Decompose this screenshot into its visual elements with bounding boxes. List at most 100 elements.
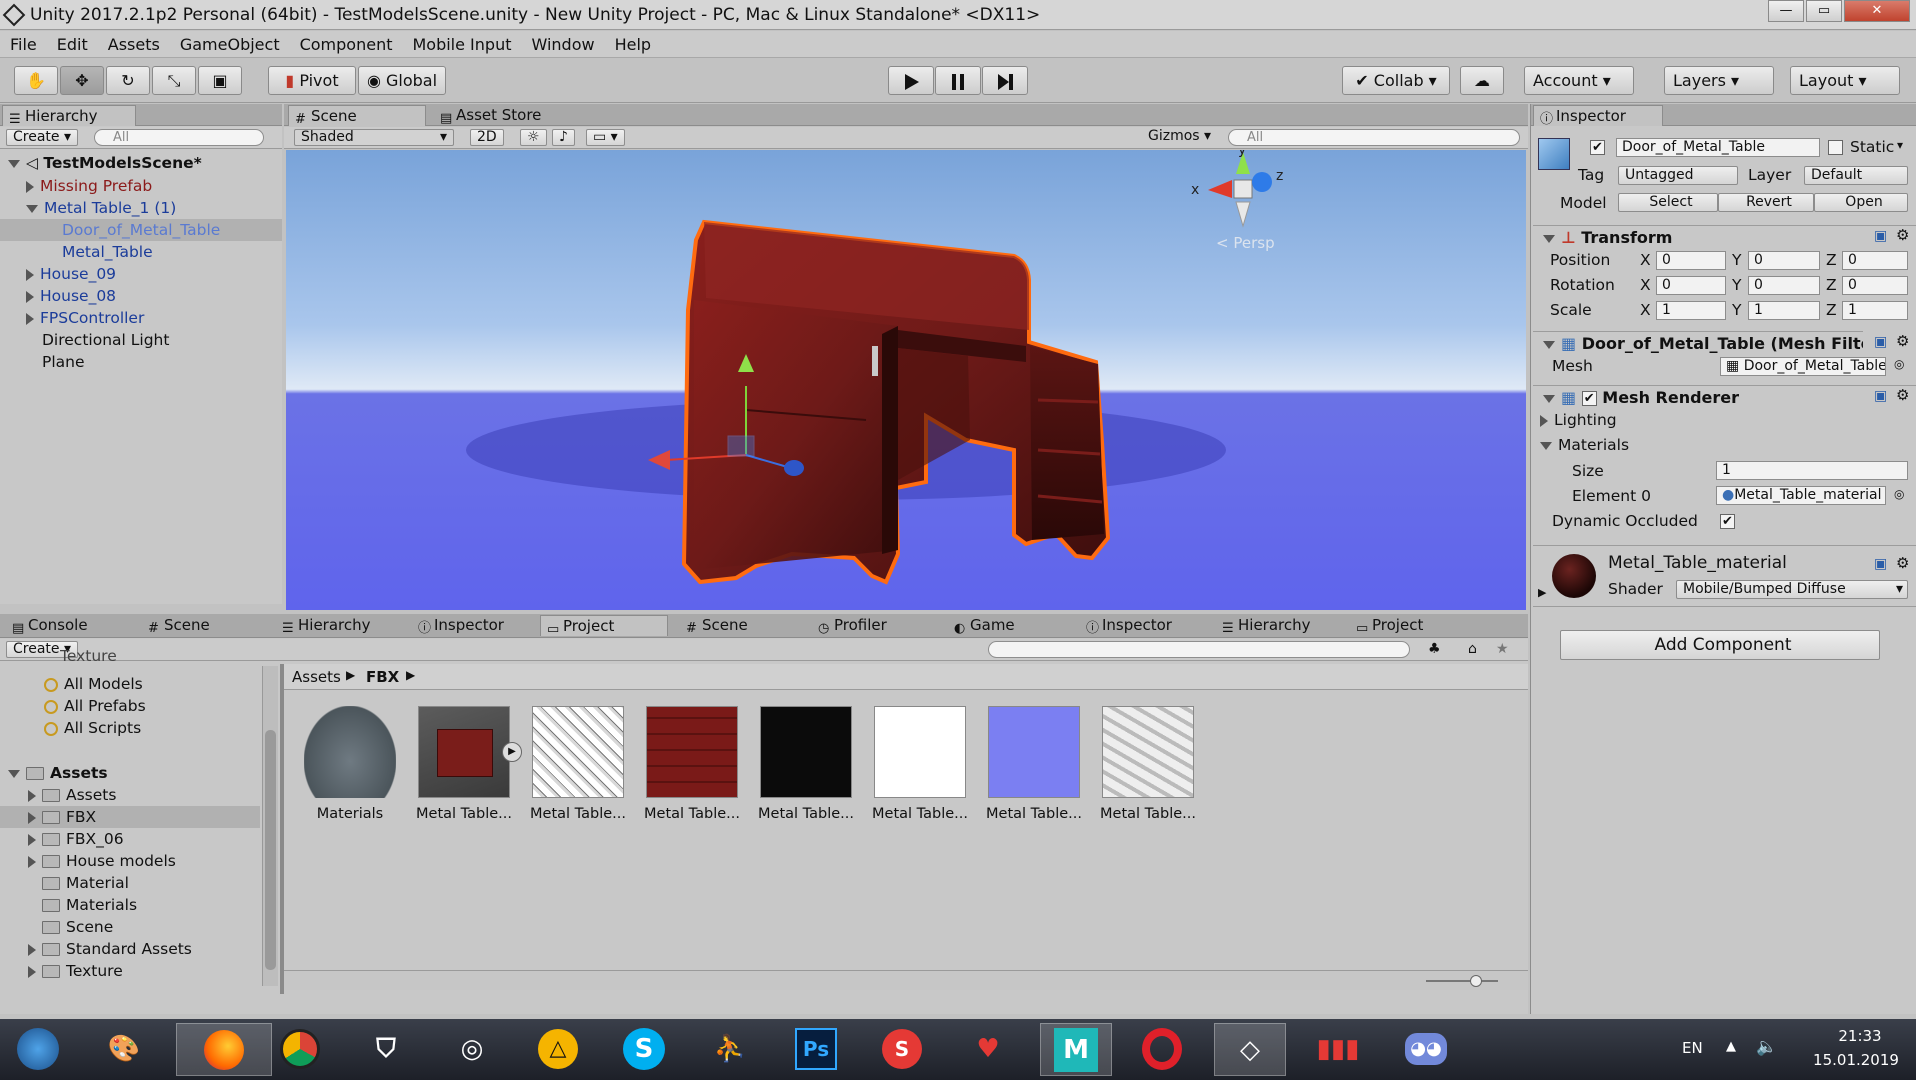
- taskbar-equalizer[interactable]: ▮▮▮: [1302, 1023, 1374, 1076]
- object-name-field[interactable]: Door_of_Metal_Table: [1616, 138, 1820, 157]
- breadcrumb-fbx[interactable]: FBX: [366, 668, 399, 686]
- hierarchy-item-missing-prefab[interactable]: Missing Prefab: [26, 175, 152, 197]
- element0-object-field[interactable]: ●Metal_Table_material: [1716, 486, 1886, 505]
- taskbar-paint[interactable]: 🎨: [88, 1023, 160, 1076]
- shading-mode-dropdown[interactable]: Shaded ▾: [294, 129, 454, 146]
- asset-tile-texture-3[interactable]: Metal Table...: [756, 706, 856, 822]
- gizmos-dropdown[interactable]: Gizmos ▾: [1142, 129, 1217, 146]
- hierarchy-item-metal-table-child[interactable]: Metal_Table: [62, 241, 153, 263]
- lighting-foldout[interactable]: Lighting: [1540, 411, 1617, 429]
- hierarchy-create-button[interactable]: Create ▾: [6, 129, 79, 146]
- folder-materials[interactable]: Materials: [42, 894, 137, 916]
- taskbar-heart-app[interactable]: ♥: [952, 1023, 1024, 1076]
- model-select-button[interactable]: Select: [1618, 193, 1718, 212]
- taskbar-opera[interactable]: [1126, 1023, 1198, 1076]
- taskbar-maya[interactable]: M: [1040, 1023, 1112, 1076]
- mesh-renderer-header[interactable]: ▦ ✔ Mesh Renderer: [1533, 385, 1916, 409]
- hierarchy-item-house-09[interactable]: House_09: [26, 263, 116, 285]
- transform-header[interactable]: ⊥ Transform: [1533, 225, 1916, 249]
- volume-icon[interactable]: 🔈: [1756, 1037, 1777, 1057]
- shader-dropdown[interactable]: Mobile/Bumped Diffuse ▾: [1676, 580, 1908, 599]
- gizmo-neg-y-cone[interactable]: [1235, 201, 1251, 228]
- menu-mobile-input[interactable]: Mobile Input: [412, 31, 511, 58]
- tab-profiler[interactable]: ◷ Profiler: [812, 615, 887, 636]
- taskbar-unity[interactable]: ◇: [1214, 1023, 1286, 1076]
- menu-window[interactable]: Window: [531, 31, 594, 58]
- hierarchy-search-input[interactable]: All: [94, 129, 264, 146]
- help-book-icon[interactable]: ▣: [1874, 228, 1887, 244]
- filter-type-icon[interactable]: ♣: [1428, 641, 1441, 657]
- object-picker-icon[interactable]: ◎: [1894, 487, 1904, 501]
- model-revert-button[interactable]: Revert: [1718, 193, 1814, 212]
- mesh-filter-header[interactable]: ▦ Door_of_Metal_Table (Mesh Filter): [1533, 331, 1863, 355]
- favorite-all-prefabs[interactable]: All Prefabs: [44, 695, 146, 717]
- object-picker-icon[interactable]: ◎: [1894, 357, 1904, 371]
- close-button[interactable]: ✕: [1844, 0, 1910, 22]
- favorite-all-scripts[interactable]: All Scripts: [44, 717, 141, 739]
- taskbar-figure-app[interactable]: ⛹: [694, 1023, 766, 1076]
- taskbar-archicad[interactable]: △: [522, 1023, 594, 1076]
- taskbar-obs[interactable]: ◎: [436, 1023, 508, 1076]
- cloud-button[interactable]: ☁: [1460, 66, 1504, 95]
- tab-hierarchy[interactable]: ☰ Hierarchy: [2, 105, 136, 127]
- move-tool-button[interactable]: ✥: [60, 66, 104, 95]
- asset-tile-texture-2[interactable]: Metal Table...: [642, 706, 742, 822]
- persp-label[interactable]: < Persp: [1216, 234, 1275, 252]
- dynamic-occluded-checkbox[interactable]: ✔: [1720, 514, 1735, 529]
- mesh-object-field[interactable]: ▦ Door_of_Metal_Table: [1720, 357, 1886, 376]
- position-x-field[interactable]: 0: [1656, 251, 1726, 270]
- rotation-y-field[interactable]: 0: [1748, 276, 1820, 295]
- menu-help[interactable]: Help: [615, 31, 651, 58]
- folder-house-models[interactable]: House models: [28, 850, 176, 872]
- tray-expand-icon[interactable]: ▲: [1726, 1039, 1736, 1054]
- tab-hierarchy-3[interactable]: ☰ Hierarchy: [1216, 615, 1311, 636]
- scene-search-input[interactable]: All: [1228, 129, 1520, 146]
- folder-fbx-06[interactable]: FBX_06: [28, 828, 124, 850]
- expand-arrow-icon[interactable]: ▶: [1538, 586, 1546, 599]
- add-component-button[interactable]: Add Component: [1560, 630, 1880, 660]
- layers-dropdown[interactable]: Layers ▾: [1664, 66, 1774, 95]
- folder-texture[interactable]: Texture: [28, 960, 123, 982]
- tab-game[interactable]: ◐ Game: [948, 615, 1015, 636]
- project-search-input[interactable]: [988, 641, 1410, 658]
- menu-component[interactable]: Component: [300, 31, 393, 58]
- tab-project[interactable]: ▭ Project: [540, 615, 668, 637]
- tab-project-2[interactable]: ▭ Project: [1350, 615, 1423, 636]
- help-book-icon[interactable]: ▣: [1874, 556, 1887, 572]
- hand-tool-button[interactable]: ✋: [14, 66, 58, 95]
- tab-scene-3[interactable]: # Scene: [680, 615, 748, 636]
- menu-edit[interactable]: Edit: [57, 31, 88, 58]
- tab-hierarchy-2[interactable]: ☰ Hierarchy: [276, 615, 371, 636]
- filter-label-icon[interactable]: ⌂: [1468, 641, 1477, 657]
- step-button[interactable]: [982, 66, 1028, 95]
- asset-tile-materials-folder[interactable]: Materials: [300, 706, 400, 822]
- tab-inspector-2[interactable]: ⓘ Inspector: [412, 615, 504, 636]
- project-splitter[interactable]: [280, 664, 284, 994]
- folder-material[interactable]: Material: [42, 872, 129, 894]
- lighting-toggle[interactable]: ☼: [520, 129, 547, 146]
- audio-toggle[interactable]: ♪: [552, 129, 575, 146]
- zoom-slider-track[interactable]: [1426, 980, 1498, 982]
- zoom-slider-thumb[interactable]: [1470, 975, 1482, 987]
- menu-assets[interactable]: Assets: [108, 31, 160, 58]
- model-open-button[interactable]: Open: [1814, 193, 1908, 212]
- hierarchy-item-plane[interactable]: Plane: [42, 351, 85, 373]
- help-book-icon[interactable]: ▣: [1874, 388, 1887, 404]
- expand-model-button[interactable]: ▶: [502, 742, 522, 762]
- project-tree-scrollbar[interactable]: [262, 666, 278, 986]
- materials-size-field[interactable]: 1: [1716, 461, 1908, 480]
- menu-file[interactable]: File: [10, 31, 37, 58]
- scale-x-field[interactable]: 1: [1656, 301, 1726, 320]
- taskbar-chrome[interactable]: [264, 1023, 336, 1076]
- hierarchy-item-door-selected[interactable]: Door_of_Metal_Table: [0, 219, 282, 241]
- folder-assets[interactable]: Assets: [28, 784, 116, 806]
- hierarchy-item-house-08[interactable]: House_08: [26, 285, 116, 307]
- rotation-z-field[interactable]: 0: [1842, 276, 1908, 295]
- gizmo-z-cone[interactable]: [1252, 172, 1272, 192]
- z-arrow-icon[interactable]: [784, 460, 804, 476]
- tab-inspector-3[interactable]: ⓘ Inspector: [1080, 615, 1172, 636]
- language-indicator[interactable]: EN: [1682, 1039, 1703, 1057]
- tab-scene-2[interactable]: # Scene: [142, 615, 210, 636]
- folder-fbx-selected[interactable]: FBX: [0, 806, 260, 828]
- static-checkbox[interactable]: [1828, 140, 1843, 155]
